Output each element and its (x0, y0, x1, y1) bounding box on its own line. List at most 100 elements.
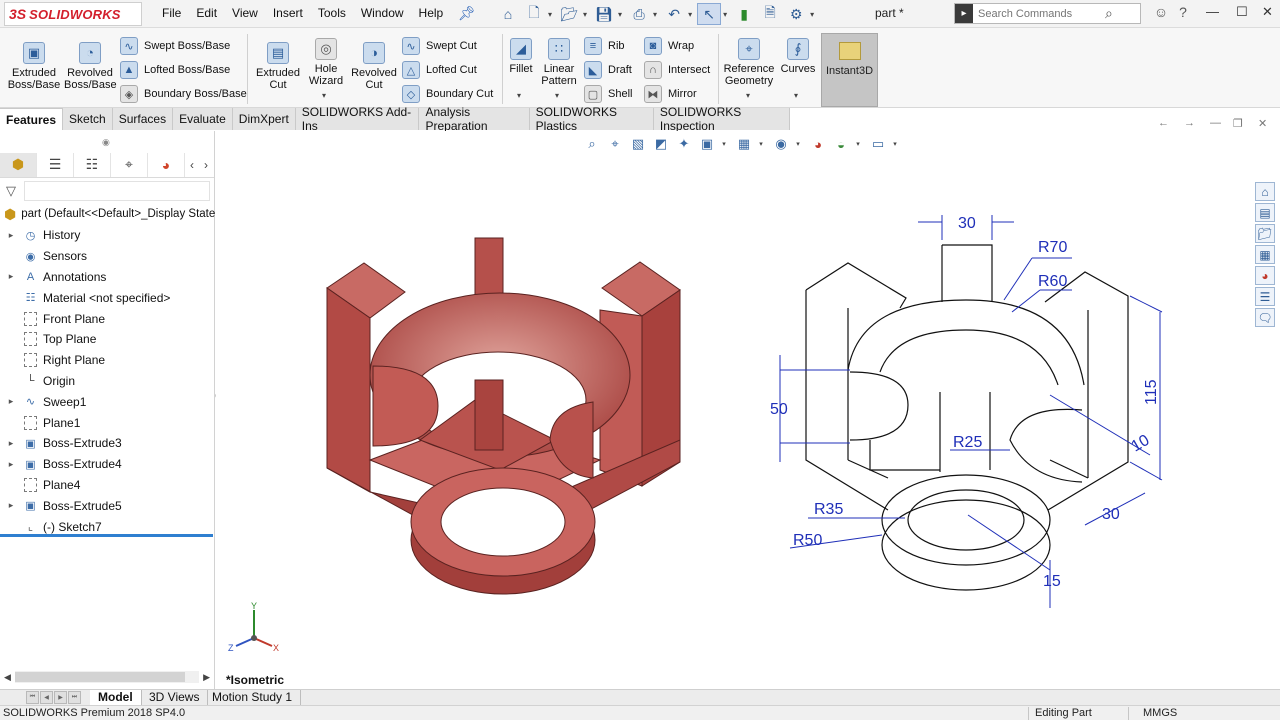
tab-features[interactable]: Features (0, 108, 64, 130)
tree-item-right-plane[interactable]: Right Plane (0, 350, 214, 371)
file-explorer-icon[interactable]: 📁︎ (1255, 224, 1275, 243)
user-icon[interactable]: ☺ (1150, 4, 1172, 20)
tab-3d-views[interactable]: 3D Views (141, 690, 209, 705)
chevron-right-icon[interactable]: › (199, 153, 213, 177)
boundary-boss-button[interactable]: ◈ Boundary Boss/Base (120, 85, 247, 103)
wrap-button[interactable]: ◙ Wrap (644, 37, 694, 55)
tile-left-icon[interactable]: ← (1158, 117, 1169, 129)
chevron-down-icon[interactable]: ▾ (548, 10, 552, 19)
chevron-down-icon[interactable]: ▾ (891, 134, 899, 154)
filter-input[interactable] (24, 181, 210, 201)
rollback-bar[interactable] (0, 534, 213, 537)
panel-horizontal-scrollbar[interactable]: ◀ ▶ (4, 670, 210, 684)
tree-item-boss-extrude5[interactable]: ▸ ▣ Boss-Extrude5 (0, 495, 214, 516)
tab-evaluate[interactable]: Evaluate (173, 108, 233, 130)
chevron-down-icon[interactable]: ▾ (810, 10, 814, 19)
instant3d-button[interactable]: Instant3D (821, 33, 878, 107)
expand-arrow-icon[interactable]: ▸ (0, 438, 22, 449)
filter-icon[interactable]: ▽ (6, 183, 16, 199)
revolved-boss-button[interactable]: ◔ Revolved Boss/Base (64, 42, 117, 91)
select-pointer-icon[interactable]: ↖ (697, 3, 722, 25)
dimxpert-manager-tab-icon[interactable]: ⌖ (111, 152, 148, 177)
menu-file[interactable]: File (162, 6, 181, 20)
tab-solidworks-inspection[interactable]: SOLIDWORKS Inspection (653, 105, 790, 133)
scroll-left-icon[interactable]: ◀ (4, 672, 11, 683)
rebuild-traffic-light-icon[interactable]: ▮ (732, 3, 756, 25)
solidworks-logo[interactable]: 3S SOLIDWORKS (4, 2, 142, 26)
open-folder-icon[interactable]: 📂︎ (557, 3, 581, 25)
menu-help[interactable]: Help (419, 6, 444, 20)
print-icon[interactable]: ⎙ (627, 3, 651, 25)
swept-boss-button[interactable]: ∿ Swept Boss/Base (120, 37, 230, 55)
minimize-icon[interactable]: — (1206, 4, 1219, 19)
curves-button[interactable]: ∮ Curves (780, 38, 816, 75)
close-icon[interactable]: ✕ (1262, 4, 1273, 20)
display-style-icon[interactable]: ▦ (734, 134, 754, 154)
tile-right-icon[interactable]: → (1184, 117, 1195, 129)
chevron-down-icon[interactable]: ▾ (794, 134, 802, 154)
tree-item-boss-extrude3[interactable]: ▸ ▣ Boss-Extrude3 (0, 433, 214, 454)
linear-pattern-button[interactable]: ∷ Linear Pattern (539, 38, 579, 87)
tree-item-sensors[interactable]: ◉ Sensors (0, 246, 214, 267)
boundary-cut-button[interactable]: ◇ Boundary Cut (402, 85, 493, 103)
scroll-thumb[interactable] (14, 672, 185, 682)
panel-grip-icon[interactable]: ◉ (102, 137, 110, 148)
extruded-boss-button[interactable]: ▣ Extruded Boss/Base (6, 42, 62, 91)
tree-item-plane1[interactable]: Plane1 (0, 412, 214, 433)
chevron-down-icon[interactable]: ▾ (583, 10, 587, 19)
chevron-down-icon[interactable]: ▾ (757, 134, 765, 154)
tree-item-annotations[interactable]: ▸ A Annotations (0, 267, 214, 288)
lofted-boss-button[interactable]: ▲ Lofted Boss/Base (120, 61, 230, 79)
view-palette-icon[interactable]: ▦ (1255, 245, 1275, 264)
menu-view[interactable]: View (232, 6, 258, 20)
doc-minimize-icon[interactable]: — (1210, 117, 1221, 129)
intersect-button[interactable]: ∩ Intersect (644, 61, 710, 79)
chevron-down-icon[interactable]: ▾ (555, 91, 559, 100)
fillet-button[interactable]: ◢ Fillet (505, 38, 537, 75)
menu-tools[interactable]: Tools (318, 6, 346, 20)
first-tab-icon[interactable]: ⏮ (26, 691, 39, 704)
previous-view-icon[interactable]: ▧ (628, 134, 648, 154)
chevron-down-icon[interactable]: ▾ (720, 134, 728, 154)
scroll-right-icon[interactable]: ▶ (203, 672, 210, 683)
model-3d[interactable] (326, 237, 681, 595)
chevron-down-icon[interactable]: ▾ (688, 10, 692, 19)
property-manager-tab-icon[interactable]: ☰ (37, 152, 74, 177)
tree-item-history[interactable]: ▸ ◷ History (0, 225, 214, 246)
tree-item-top-plane[interactable]: Top Plane (0, 329, 214, 350)
view-orientation-icon[interactable]: ▣ (697, 134, 717, 154)
feature-manager-tab-icon[interactable]: ⬢ (0, 152, 37, 177)
chevron-down-icon[interactable]: ▾ (653, 10, 657, 19)
options-gear-icon[interactable]: ⚙ (784, 3, 808, 25)
undo-icon[interactable]: ↶ (662, 3, 686, 25)
search-input[interactable] (973, 7, 1103, 20)
chevron-down-icon[interactable]: ▾ (723, 10, 727, 19)
swept-cut-button[interactable]: ∿ Swept Cut (402, 37, 477, 55)
configuration-manager-tab-icon[interactable]: ☷ (74, 152, 111, 177)
maximize-icon[interactable]: ☐ (1236, 4, 1248, 20)
edit-appearance-icon[interactable]: ◕ (808, 134, 828, 154)
forum-icon[interactable]: 🗨︎ (1255, 308, 1275, 327)
dynamic-annotation-icon[interactable]: ✦ (674, 134, 694, 154)
design-library-icon[interactable]: ▤ (1255, 203, 1275, 222)
view-settings-icon[interactable]: ▭ (868, 134, 888, 154)
home-icon[interactable]: ⌂ (496, 3, 520, 25)
extruded-cut-button[interactable]: ▤ Extruded Cut (252, 42, 304, 91)
tab-solidworks-add-ins[interactable]: SOLIDWORKS Add-Ins (295, 105, 420, 133)
menu-edit[interactable]: Edit (196, 6, 217, 20)
expand-arrow-icon[interactable]: ▸ (0, 396, 22, 407)
mirror-button[interactable]: ⧓ Mirror (644, 85, 697, 103)
tree-item-plane4[interactable]: Plane4 (0, 475, 214, 496)
save-icon[interactable]: 💾︎ (592, 3, 616, 25)
doc-restore-icon[interactable]: ❐ (1233, 117, 1243, 130)
expand-arrow-icon[interactable]: ▸ (0, 271, 22, 282)
search-commands-box[interactable]: ▸ ⌕ (954, 3, 1141, 24)
tree-item-origin[interactable]: └ Origin (0, 371, 214, 392)
section-view-icon[interactable]: ◩ (651, 134, 671, 154)
chevron-down-icon[interactable]: ▾ (794, 91, 798, 100)
appearances-scenes-icon[interactable]: ◕ (1255, 266, 1275, 285)
chevron-down-icon[interactable]: ▾ (618, 10, 622, 19)
help-icon[interactable]: ? (1172, 4, 1194, 20)
tree-item-front-plane[interactable]: Front Plane (0, 308, 214, 329)
prev-tab-icon[interactable]: ◀ (40, 691, 53, 704)
